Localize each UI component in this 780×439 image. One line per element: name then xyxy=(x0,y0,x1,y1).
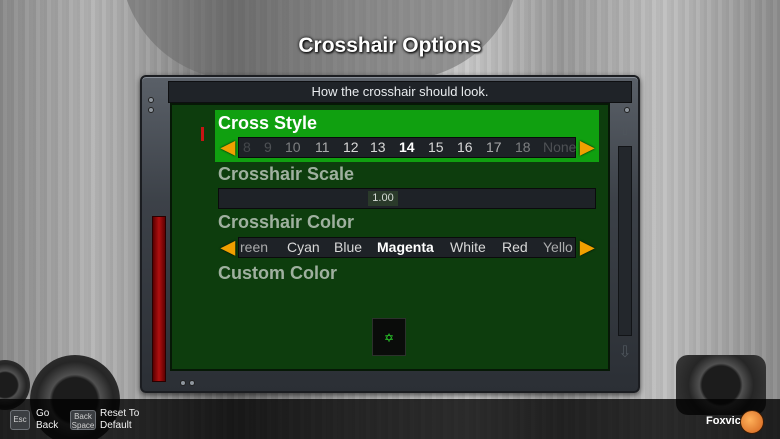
option-item[interactable]: 13 xyxy=(370,138,386,157)
right-arrow-icon[interactable]: ▶ xyxy=(577,136,597,158)
go-back-line2: Back xyxy=(36,420,59,431)
crosshair-scale-slider[interactable] xyxy=(218,188,596,209)
crosshair-icon: ✡ xyxy=(384,331,395,345)
custom-color-label[interactable]: Custom Color xyxy=(218,263,337,284)
reset-line2: Default xyxy=(100,420,132,431)
left-arrow-icon[interactable]: ◀ xyxy=(218,236,238,258)
option-item[interactable]: Magenta xyxy=(377,238,434,257)
screw-icon xyxy=(180,380,186,386)
esc-key[interactable]: Esc xyxy=(10,410,30,430)
description-bar: How the crosshair should look. xyxy=(168,81,632,103)
option-item[interactable]: 17 xyxy=(486,138,502,157)
cross-style-label: Cross Style xyxy=(218,113,318,133)
reset-default-hint[interactable]: Reset To Default xyxy=(100,408,139,432)
crosshair-scale-value: 1.00 xyxy=(368,191,398,206)
option-item[interactable]: 15 xyxy=(428,138,444,157)
cross-style-track[interactable]: 8 9 10 11 12 13 14 15 16 17 18 None xyxy=(238,137,576,158)
go-back-line1: Go xyxy=(36,408,50,419)
option-item[interactable]: Blue xyxy=(334,238,362,257)
option-item[interactable]: White xyxy=(450,238,486,257)
reset-line1: Reset To xyxy=(100,408,140,419)
option-item[interactable]: Cyan xyxy=(287,238,320,257)
selection-marker xyxy=(201,127,204,141)
option-item[interactable]: 18 xyxy=(515,138,531,157)
option-item[interactable]: 14 xyxy=(399,138,415,157)
backspace-key[interactable]: Back Space xyxy=(70,410,96,430)
crosshair-scale-label: Crosshair Scale xyxy=(218,164,355,184)
option-item[interactable]: 12 xyxy=(343,138,359,157)
option-item[interactable]: 10 xyxy=(285,138,301,157)
red-gauge xyxy=(152,216,166,382)
option-item[interactable]: Yello xyxy=(543,238,573,257)
screen-title: Crosshair Options xyxy=(298,34,482,57)
scroll-down-icon[interactable]: ⇩ xyxy=(614,344,636,362)
option-item[interactable]: 11 xyxy=(315,138,330,157)
scroll-up-icon[interactable]: ⇧ xyxy=(614,122,636,140)
username: Foxvic xyxy=(706,415,741,427)
crosshair-color-track[interactable]: reen Cyan Blue Magenta White Red Yello xyxy=(238,237,576,258)
option-item[interactable]: 8 xyxy=(243,138,251,157)
screw-icon xyxy=(148,97,154,103)
screw-icon xyxy=(148,107,154,113)
backspace-key-line1: Back xyxy=(74,412,92,421)
crosshair-color-label: Crosshair Color xyxy=(218,212,355,232)
avatar xyxy=(740,410,764,434)
option-item[interactable]: 16 xyxy=(457,138,473,157)
option-item[interactable]: 9 xyxy=(264,138,272,157)
option-item[interactable]: reen xyxy=(240,238,268,257)
backspace-key-line2: Space xyxy=(71,421,95,430)
scroll-track[interactable] xyxy=(618,146,632,336)
screw-icon xyxy=(624,107,630,113)
option-item[interactable]: Red xyxy=(502,238,528,257)
right-arrow-icon[interactable]: ▶ xyxy=(577,236,597,258)
left-arrow-icon[interactable]: ◀ xyxy=(218,136,238,158)
scrollbar[interactable]: ⇧ ⇩ xyxy=(614,120,636,364)
go-back-hint[interactable]: Go Back xyxy=(36,408,58,432)
screw-icon xyxy=(189,380,195,386)
option-item[interactable]: None xyxy=(543,138,576,157)
